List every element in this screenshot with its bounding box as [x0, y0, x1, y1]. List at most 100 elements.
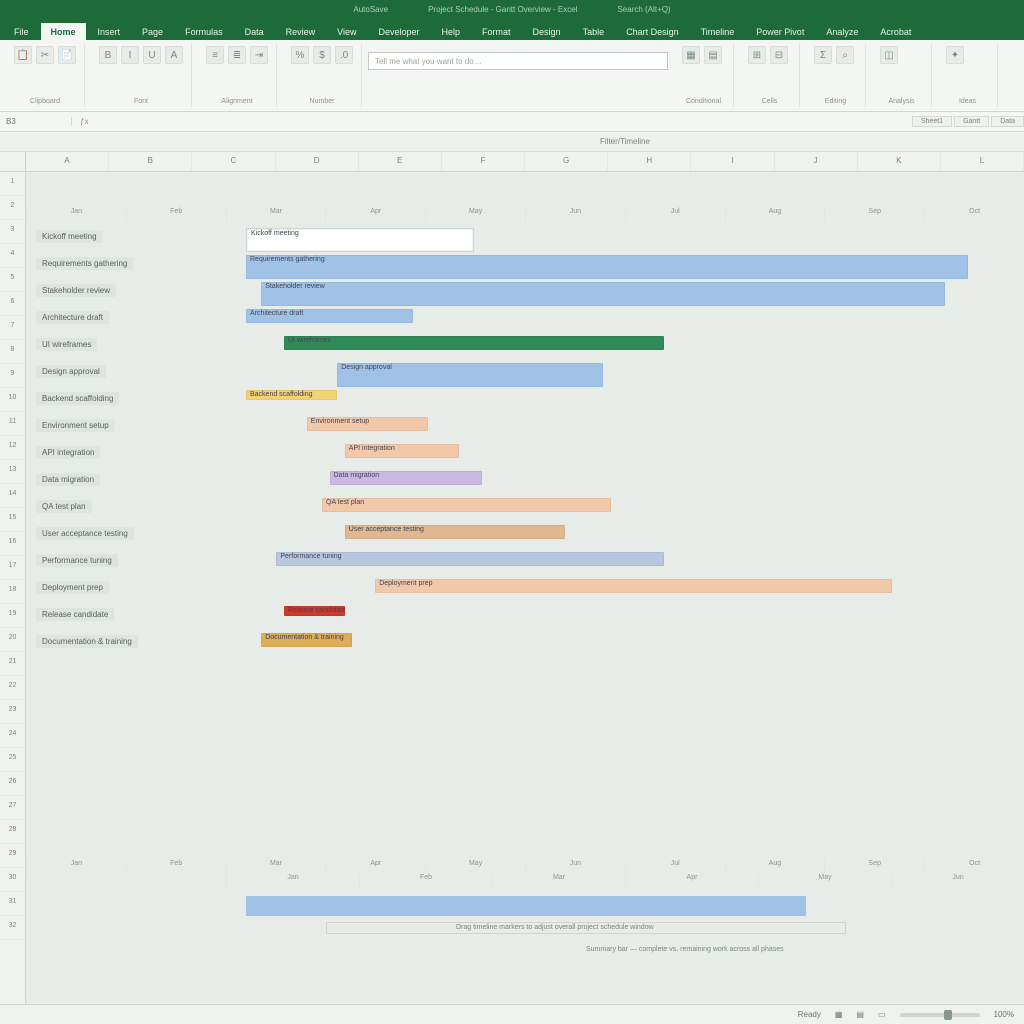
col-header-F[interactable]: F — [442, 152, 525, 171]
sheet-tab-data[interactable]: Data — [991, 116, 1024, 127]
summary-bar-1[interactable] — [246, 896, 806, 916]
gantt-bar-8[interactable]: API integration — [345, 444, 459, 458]
sheet-tab-sheet1[interactable]: Sheet1 — [912, 116, 952, 127]
row-header-14[interactable]: 14 — [0, 484, 25, 508]
ribbon-tab-design[interactable]: Design — [523, 23, 571, 40]
row-header-8[interactable]: 8 — [0, 340, 25, 364]
select-all-corner[interactable] — [0, 152, 26, 171]
task-label-2[interactable]: Stakeholder review — [36, 284, 116, 297]
font-btn-2[interactable]: U — [143, 46, 161, 64]
gantt-bar-12[interactable]: Performance tuning — [276, 552, 664, 566]
cells-btn-0[interactable]: ⊞ — [748, 46, 766, 64]
alignment-btn-1[interactable]: ≣ — [228, 46, 246, 64]
task-label-4[interactable]: UI wireframes — [36, 338, 97, 351]
row-header-5[interactable]: 5 — [0, 268, 25, 292]
row-header-7[interactable]: 7 — [0, 316, 25, 340]
col-header-G[interactable]: G — [525, 152, 608, 171]
sheet-tab-gantt[interactable]: Gantt — [954, 116, 989, 127]
task-label-1[interactable]: Requirements gathering — [36, 257, 133, 270]
conditional-btn-0[interactable]: ▦ — [682, 46, 700, 64]
ribbon-tab-data[interactable]: Data — [235, 23, 274, 40]
clipboard-btn-0[interactable]: 📋 — [14, 46, 32, 64]
gantt-bar-9[interactable]: Data migration — [330, 471, 482, 485]
row-header-27[interactable]: 27 — [0, 796, 25, 820]
row-header-18[interactable]: 18 — [0, 580, 25, 604]
row-header-10[interactable]: 10 — [0, 388, 25, 412]
ribbon-tab-review[interactable]: Review — [276, 23, 326, 40]
number-btn-0[interactable]: % — [291, 46, 309, 64]
title-search-hint[interactable]: Search (Alt+Q) — [617, 5, 670, 14]
fx-icon[interactable]: ƒx — [72, 117, 96, 126]
view-normal-icon[interactable]: ▦ — [835, 1010, 843, 1019]
task-label-0[interactable]: Kickoff meeting — [36, 230, 103, 243]
ribbon-tab-format[interactable]: Format — [472, 23, 521, 40]
gantt-bar-13[interactable]: Deployment prep — [375, 579, 892, 593]
zoom-slider[interactable] — [900, 1013, 980, 1017]
font-btn-1[interactable]: I — [121, 46, 139, 64]
row-header-19[interactable]: 19 — [0, 604, 25, 628]
cells-btn-1[interactable]: ⊟ — [770, 46, 788, 64]
row-header-11[interactable]: 11 — [0, 412, 25, 436]
font-btn-3[interactable]: A — [165, 46, 183, 64]
task-label-12[interactable]: Performance tuning — [36, 554, 118, 567]
row-header-6[interactable]: 6 — [0, 292, 25, 316]
task-label-5[interactable]: Design approval — [36, 365, 106, 378]
row-header-17[interactable]: 17 — [0, 556, 25, 580]
editing-btn-1[interactable]: ⌕ — [836, 46, 854, 64]
ribbon-tab-power-pivot[interactable]: Power Pivot — [746, 23, 814, 40]
worksheet-grid[interactable]: JanFebMarAprMayJunJulAugSepOct Kickoff m… — [26, 172, 1024, 1004]
ribbon-tab-file[interactable]: File — [4, 23, 39, 40]
ribbon-tab-formulas[interactable]: Formulas — [175, 23, 233, 40]
gantt-bar-7[interactable]: Environment setup — [307, 417, 429, 431]
task-label-14[interactable]: Release candidate — [36, 608, 114, 621]
row-header-20[interactable]: 20 — [0, 628, 25, 652]
ribbon-tab-help[interactable]: Help — [432, 23, 471, 40]
number-btn-1[interactable]: $ — [313, 46, 331, 64]
col-header-E[interactable]: E — [359, 152, 442, 171]
gantt-bar-6[interactable]: Backend scaffolding — [246, 390, 337, 400]
alignment-btn-0[interactable]: ≡ — [206, 46, 224, 64]
gantt-bar-10[interactable]: QA test plan — [322, 498, 611, 512]
ribbon-tab-home[interactable]: Home — [41, 23, 86, 40]
alignment-btn-2[interactable]: ⇥ — [250, 46, 268, 64]
gantt-bar-14[interactable]: Release candidate — [284, 606, 345, 616]
row-header-1[interactable]: 1 — [0, 172, 25, 196]
analysis-btn-0[interactable]: ◫ — [880, 46, 898, 64]
ribbon-tab-acrobat[interactable]: Acrobat — [870, 23, 921, 40]
autosave-label[interactable]: AutoSave — [353, 5, 388, 14]
ribbon-tab-chart-design[interactable]: Chart Design — [616, 23, 689, 40]
col-header-K[interactable]: K — [858, 152, 941, 171]
number-btn-2[interactable]: .0 — [335, 46, 353, 64]
row-header-25[interactable]: 25 — [0, 748, 25, 772]
gantt-bar-5[interactable]: Design approval — [337, 363, 603, 387]
name-box[interactable]: B3 — [0, 117, 72, 126]
font-btn-0[interactable]: B — [99, 46, 117, 64]
row-header-23[interactable]: 23 — [0, 700, 25, 724]
row-header-2[interactable]: 2 — [0, 196, 25, 220]
task-label-15[interactable]: Documentation & training — [36, 635, 138, 648]
row-header-16[interactable]: 16 — [0, 532, 25, 556]
ideas-btn-0[interactable]: ✦ — [946, 46, 964, 64]
col-header-L[interactable]: L — [941, 152, 1024, 171]
ribbon-tab-table[interactable]: Table — [573, 23, 615, 40]
task-label-10[interactable]: QA test plan — [36, 500, 92, 513]
row-header-24[interactable]: 24 — [0, 724, 25, 748]
gantt-bar-2[interactable]: Stakeholder review — [261, 282, 945, 306]
ribbon-tab-developer[interactable]: Developer — [368, 23, 429, 40]
gantt-bar-1[interactable]: Requirements gathering — [246, 255, 968, 279]
col-header-B[interactable]: B — [109, 152, 192, 171]
col-header-A[interactable]: A — [26, 152, 109, 171]
gantt-bar-15[interactable]: Documentation & training — [261, 633, 352, 647]
col-header-D[interactable]: D — [276, 152, 359, 171]
ribbon-tab-timeline[interactable]: Timeline — [691, 23, 745, 40]
row-header-13[interactable]: 13 — [0, 460, 25, 484]
zoom-level[interactable]: 100% — [994, 1010, 1014, 1019]
clipboard-btn-2[interactable]: 📄 — [58, 46, 76, 64]
gantt-bar-4[interactable]: UI wireframes — [284, 336, 664, 350]
col-header-I[interactable]: I — [691, 152, 774, 171]
row-header-12[interactable]: 12 — [0, 436, 25, 460]
task-label-13[interactable]: Deployment prep — [36, 581, 109, 594]
row-header-22[interactable]: 22 — [0, 676, 25, 700]
task-label-7[interactable]: Environment setup — [36, 419, 115, 432]
col-header-J[interactable]: J — [775, 152, 858, 171]
